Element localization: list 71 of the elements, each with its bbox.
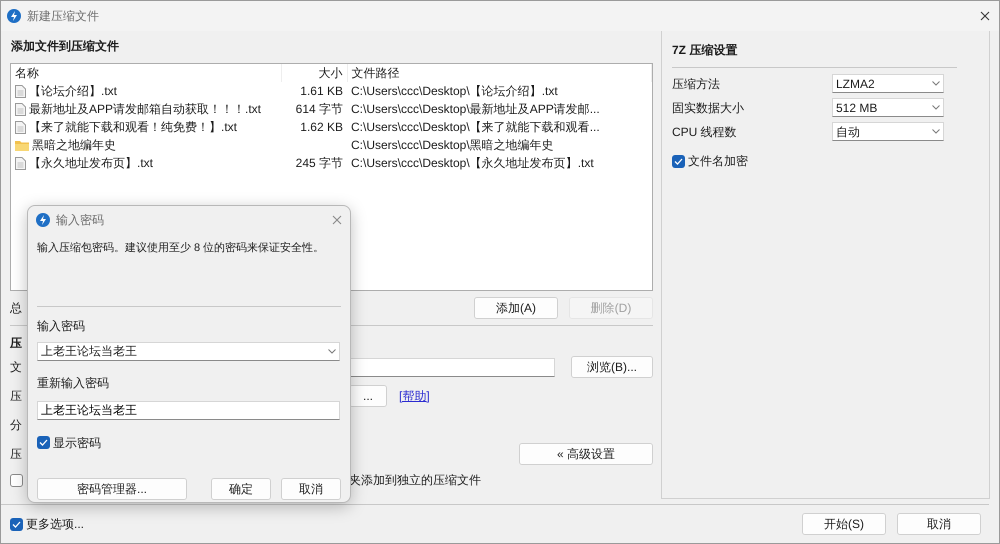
file-size: 1.62 KB — [300, 120, 343, 134]
button[interactable]: 密码管理器... — [37, 478, 187, 500]
checkbox-label: 更多选项... — [26, 516, 84, 533]
app-icon — [7, 9, 21, 23]
field-label: CPU 线程数 — [672, 124, 738, 140]
button[interactable]: ... — [349, 385, 387, 407]
button[interactable]: 添加(A) — [474, 297, 558, 319]
caret-icon — [932, 105, 940, 110]
file-name-field[interactable] — [349, 358, 555, 376]
checkbox-label: 显示密码 — [53, 434, 101, 452]
button[interactable]: 取消 — [897, 513, 981, 535]
button[interactable]: 确定 — [211, 478, 271, 500]
column-header[interactable]: 大小 — [281, 64, 347, 82]
column-header[interactable]: 文件路径 — [347, 64, 652, 82]
window-title: 新建压缩文件 — [27, 8, 99, 25]
column-header[interactable]: 名称 — [11, 64, 281, 82]
field-label: 压缩方法 — [672, 76, 721, 92]
field-label: 输入密码 — [37, 318, 85, 334]
checkbox[interactable] — [37, 436, 50, 449]
caret-icon — [932, 129, 940, 134]
close-icon[interactable] — [980, 11, 990, 21]
dropdown[interactable]: LZMA2 — [832, 74, 944, 93]
dropdown[interactable]: 512 MB — [832, 98, 944, 117]
check-icon — [674, 158, 683, 164]
file-path: C:\Users\ccc\Desktop\黑暗之地编年史 — [351, 138, 554, 152]
file-path: C:\Users\ccc\Desktop\【来了就能下载和观看... — [351, 120, 600, 134]
file-size: 1.61 KB — [300, 84, 343, 98]
section-heading: 压 — [10, 335, 22, 350]
field-label: 总 — [10, 300, 22, 317]
field-label: 分 — [10, 417, 22, 434]
check-icon — [39, 439, 48, 446]
file-name: 【来了就能下载和观看！纯免费！】.txt — [29, 119, 238, 136]
button[interactable]: 取消 — [281, 478, 341, 500]
button[interactable]: « 高级设置 — [519, 443, 653, 465]
app-icon — [36, 213, 50, 227]
folder-icon — [15, 140, 29, 150]
section-heading: 添加文件到压缩文件 — [11, 38, 120, 55]
file-path: C:\Users\ccc\Desktop\【论坛介绍】.txt — [351, 84, 558, 98]
checkbox-label: 文件名加密 — [688, 153, 748, 170]
file-icon — [15, 120, 26, 134]
button[interactable]: 开始(S) — [802, 513, 886, 535]
caret-icon — [932, 81, 940, 86]
file-icon — [15, 84, 26, 98]
password-confirm-field[interactable]: 上老王论坛当老王 — [37, 400, 340, 420]
field-label: 文 — [10, 359, 22, 376]
checkbox[interactable] — [672, 154, 685, 168]
file-size: 614 字节 — [296, 102, 343, 116]
checkbox[interactable] — [10, 518, 23, 530]
password-field[interactable]: 上老王论坛当老王 — [37, 342, 340, 360]
field-label: 压 — [10, 388, 22, 405]
file-path: C:\Users\ccc\Desktop\最新地址及APP请发邮... — [351, 102, 600, 116]
file-name: 黑暗之地编年史 — [32, 137, 116, 154]
file-name: 【永久地址发布页】.txt — [29, 155, 154, 172]
section-heading: 7Z 压缩设置 — [672, 42, 738, 59]
help-link[interactable]: [帮助] — [399, 387, 430, 405]
field-label: 压 — [10, 446, 22, 463]
field-label: 重新输入密码 — [37, 374, 109, 392]
checkbox[interactable] — [10, 474, 23, 486]
button[interactable]: 浏览(B)... — [571, 356, 653, 378]
dialog-message: 输入压缩包密码。建议使用至少 8 位的密码来保证安全性。 — [37, 240, 324, 256]
dropdown[interactable]: 自动 — [832, 122, 944, 141]
file-icon — [15, 102, 26, 116]
check-icon — [12, 520, 21, 528]
file-icon — [15, 156, 26, 170]
file-size: 245 字节 — [296, 156, 343, 170]
file-path: C:\Users\ccc\Desktop\【永久地址发布页】.txt — [351, 156, 594, 170]
file-name: 【论坛介绍】.txt — [29, 83, 118, 100]
field-label: 固实数据大小 — [672, 100, 745, 116]
file-name: 最新地址及APP请发邮箱自动获取！！！.txt — [29, 101, 262, 118]
caret-icon — [328, 348, 336, 354]
dialog-title: 输入密码 — [56, 212, 104, 229]
